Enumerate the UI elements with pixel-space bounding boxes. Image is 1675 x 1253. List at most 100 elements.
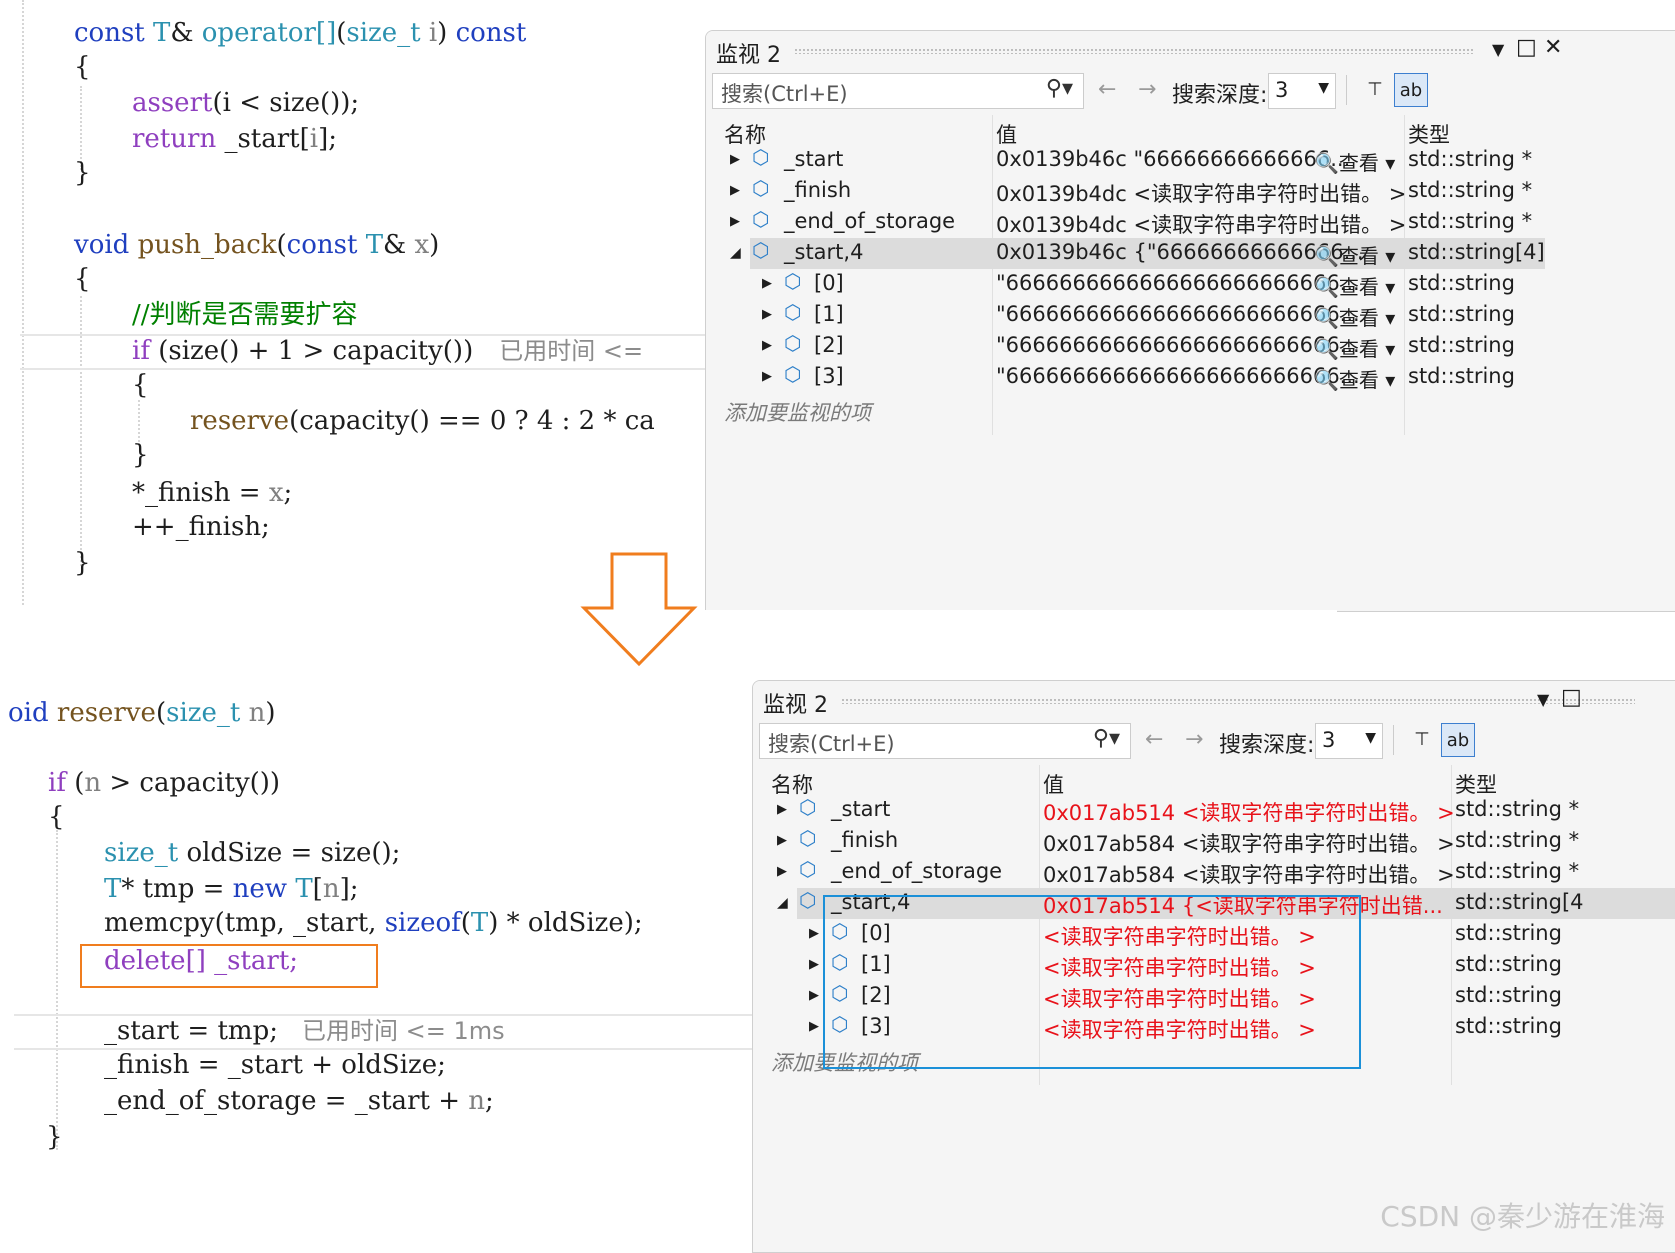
watermark: CSDN @秦少游在淮海 [1380, 1200, 1665, 1233]
view-button[interactable]: 🔍查看 ▾ [1314, 240, 1395, 269]
code-token: void [74, 230, 138, 260]
watch-address: 0x017ab584 [1043, 832, 1176, 856]
watch-row[interactable]: ▶ ⬡ [0] "6666666666666666666666666... 🔍查… [706, 269, 1675, 300]
watch-value: 0x0139b4dc <读取字符串字符时出错。 > [996, 182, 1407, 206]
code-token: if [48, 768, 75, 798]
forward-arrow-icon[interactable]: → [1138, 77, 1156, 102]
expand-icon[interactable]: ▶ [809, 926, 819, 941]
element-icon: ⬡ [784, 269, 802, 293]
watch-row[interactable]: ▶ ⬡ _finish 0x0139b4dc <读取字符串字符时出错。 > st… [706, 176, 1675, 207]
watch-row[interactable]: ▶ ⬡ _start 0x017ab514 <读取字符串字符时出错。 > std… [753, 795, 1675, 826]
watch-row[interactable]: ▶ ⬡ [1] "6666666666666666666666666... 🔍查… [706, 300, 1675, 331]
code-token: assert [132, 88, 213, 118]
search-depth-value: 3 [1275, 78, 1289, 102]
search-input[interactable]: 搜索(Ctrl+E) ⚲▾ [759, 723, 1131, 759]
expand-icon[interactable]: ▶ [777, 833, 787, 848]
watch-row[interactable]: ▶ ⬡ _end_of_storage 0x017ab584 <读取字符串字符时… [753, 857, 1675, 888]
code-line: if (size() + 1 > capacity()) 已用时间 <= [132, 334, 643, 368]
code-line: size_t oldSize = size(); [104, 836, 400, 870]
watch-type: std::string * [1455, 797, 1580, 821]
toolbar-divider [1346, 75, 1347, 105]
watch-type: std::string [1408, 302, 1515, 326]
watch-type: std::string [1455, 1014, 1562, 1038]
expand-icon[interactable]: ▶ [762, 338, 772, 353]
watch-value: "6666666666666666666666666... [996, 302, 1360, 326]
search-icon[interactable]: ⚲▾ [1093, 726, 1120, 751]
back-arrow-icon[interactable]: ← [1145, 727, 1163, 752]
member-icon: ⬡ [752, 207, 770, 231]
view-button[interactable]: 🔍查看 ▾ [1314, 302, 1395, 331]
forward-arrow-icon[interactable]: → [1185, 727, 1203, 752]
code-token: n [240, 698, 266, 728]
watch-value: "6666666666666666666666666... [996, 364, 1360, 388]
expand-icon[interactable]: ▶ [762, 276, 772, 291]
down-arrow-icon [580, 552, 698, 667]
view-button[interactable]: 🔍查看 ▾ [1314, 271, 1395, 300]
indent-guide [56, 830, 58, 1150]
add-watch-item[interactable]: 添加要监视的项 [724, 397, 871, 427]
expand-icon[interactable]: ▶ [762, 369, 772, 384]
expand-icon[interactable]: ▶ [777, 864, 787, 879]
watch-type: std::string[4 [1455, 890, 1584, 914]
watch-toolbar: 搜索(Ctrl+E) ⚲▾ ← → 搜索深度: 3 ▼ ⊤ ab [753, 721, 1675, 763]
watch-type: std::string [1408, 364, 1515, 388]
watch-row[interactable]: ▶ ⬡ _end_of_storage 0x0139b4dc <读取字符串字符时… [706, 207, 1675, 238]
code-token: x [414, 230, 430, 260]
watch-value: 0x0139b46c "66666666666666... [996, 147, 1351, 171]
expand-icon[interactable]: ▶ [730, 214, 740, 229]
expand-icon[interactable]: ▶ [762, 307, 772, 322]
view-label: 查看 [1338, 244, 1379, 268]
pin-icon[interactable]: ⊤ [1358, 73, 1392, 107]
dropdown-icon[interactable]: ▼ [1537, 690, 1549, 709]
title-grip [841, 698, 1635, 704]
code-token: < [239, 88, 261, 118]
pin-icon[interactable]: ⊤ [1405, 723, 1439, 757]
code-token: *_finish = [132, 478, 269, 508]
code-token: reserve [190, 406, 290, 436]
collapse-icon[interactable]: ◢ [777, 895, 788, 911]
code-line: } [74, 548, 91, 578]
expand-icon[interactable]: ▶ [777, 802, 787, 817]
watch-name: [0] [814, 271, 844, 295]
search-input[interactable]: 搜索(Ctrl+E) ⚲▾ [712, 73, 1084, 109]
collapse-icon[interactable]: ◢ [730, 245, 741, 261]
watch-row[interactable]: ▶ ⬡ [2] "6666666666666666666666666... 🔍查… [706, 331, 1675, 362]
expand-icon[interactable]: ▶ [730, 152, 740, 167]
maximize-icon[interactable]: □ [1561, 685, 1582, 710]
code-token: reserve [56, 698, 156, 728]
search-depth-select[interactable]: 3 ▼ [1315, 723, 1383, 759]
expand-icon[interactable]: ▶ [730, 183, 740, 198]
search-depth-select[interactable]: 3 ▼ [1268, 73, 1336, 109]
back-arrow-icon[interactable]: ← [1098, 77, 1116, 102]
watch-row-selected[interactable]: ◢ ⬡ _start,4 0x0139b46c {"66666666666666… [730, 238, 1545, 269]
maximize-icon[interactable]: □ [1516, 35, 1537, 60]
close-icon[interactable]: ✕ [1544, 35, 1562, 60]
view-button[interactable]: 🔍查看 ▾ [1314, 147, 1395, 176]
code-token: ]; [318, 124, 337, 154]
code-editor-top: const T& operator[](size_t i) const { as… [0, 0, 705, 610]
watch-row[interactable]: ▶ ⬡ _finish 0x017ab584 <读取字符串字符时出错。 > st… [753, 826, 1675, 857]
expand-icon[interactable]: ▶ [809, 988, 819, 1003]
watch-row[interactable]: ▶ ⬡ [3] "6666666666666666666666666... 🔍查… [706, 362, 1675, 393]
panel-bottom-fill [705, 610, 1337, 634]
dropdown-icon[interactable]: ▼ [1492, 40, 1504, 59]
watch-type: std::string * [1408, 147, 1533, 171]
member-icon: ⬡ [799, 826, 817, 850]
code-line: _start = tmp; 已用时间 <= 1ms [104, 1014, 505, 1048]
expand-icon[interactable]: ▶ [809, 957, 819, 972]
hex-view-icon[interactable]: ab [1394, 73, 1428, 107]
hex-view-icon[interactable]: ab [1441, 723, 1475, 757]
member-icon: ⬡ [799, 888, 817, 912]
watch-type: std::string * [1455, 828, 1580, 852]
view-button[interactable]: 🔍查看 ▾ [1314, 364, 1395, 393]
watch-type: std::string [1455, 952, 1562, 976]
watch-name: _start,4 [784, 240, 864, 264]
search-depth-value: 3 [1322, 728, 1336, 752]
search-depth-label: 搜索深度: [1172, 83, 1268, 108]
search-icon[interactable]: ⚲▾ [1046, 76, 1073, 101]
watch-row[interactable]: ▶ ⬡ _start 0x0139b46c "66666666666666...… [706, 145, 1675, 176]
code-token: i [420, 18, 438, 48]
view-button[interactable]: 🔍查看 ▾ [1314, 333, 1395, 362]
watch-name: _finish [784, 178, 852, 202]
expand-icon[interactable]: ▶ [809, 1019, 819, 1034]
